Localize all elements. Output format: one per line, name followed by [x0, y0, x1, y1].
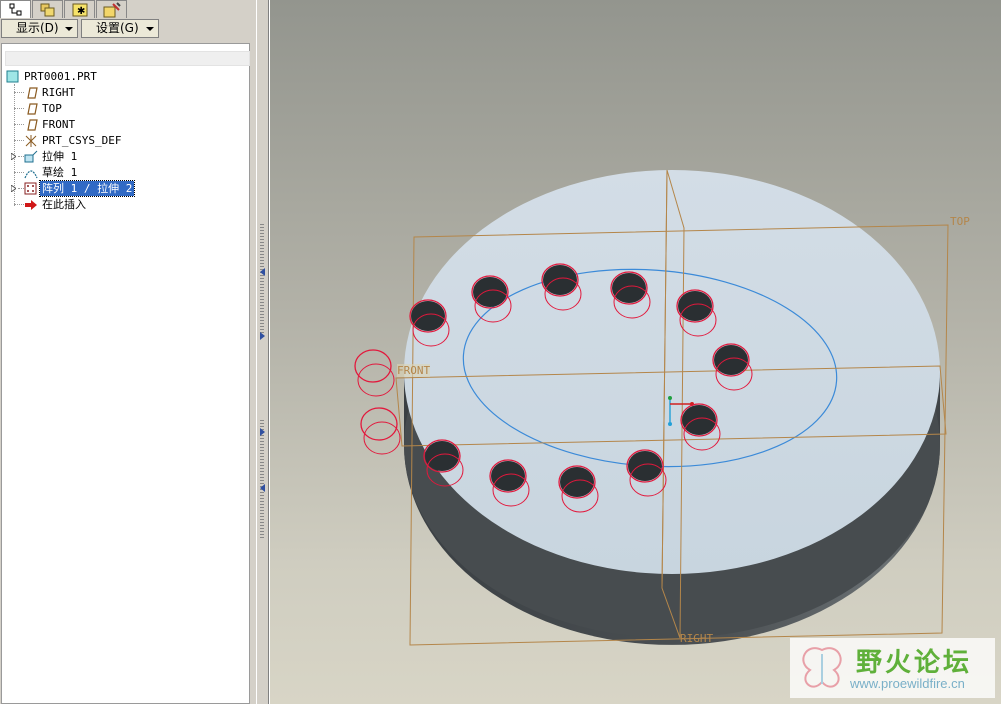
extrude-icon [24, 150, 38, 163]
insert-arrow-icon [25, 200, 37, 210]
expand-right-icon[interactable] [260, 332, 265, 340]
svg-text:✱: ✱ [77, 6, 85, 17]
tab-tools[interactable] [96, 0, 127, 18]
collapse-left-icon[interactable] [260, 484, 265, 492]
expand-right-icon[interactable] [260, 428, 265, 436]
tab-favorites[interactable]: ✱ [64, 0, 95, 18]
show-menu-button[interactable]: 显示(D) [1, 19, 78, 38]
graphics-viewport[interactable]: TOP FRONT RIGHT [270, 0, 1001, 704]
expand-arrow-icon[interactable] [11, 153, 16, 160]
tree-item-label: 阵列 1 / 拉伸 2 [38, 180, 136, 197]
settings-menu-label: 设置(G) [96, 21, 139, 35]
tree-item-label: 草绘 1 [42, 166, 78, 179]
panel-splitter[interactable] [256, 0, 269, 704]
datum-label-top: TOP [950, 215, 970, 228]
datum-plane-icon [27, 87, 38, 99]
chevron-down-icon [146, 27, 154, 31]
model-tree: PRT0001.PRT RIGHT TOP FRONT PRT_CSYS_DEF… [1, 43, 250, 704]
tree-item-label: PRT0001.PRT [24, 70, 97, 83]
tree-connector [14, 108, 24, 109]
watermark: 野火论坛 www.proewildfire.cn [790, 638, 995, 698]
sketch-icon [24, 170, 38, 179]
tree-connector [14, 172, 24, 173]
tree-item-label: PRT_CSYS_DEF [42, 134, 122, 147]
tree-item-label: TOP [42, 102, 62, 115]
tab-layers[interactable] [32, 0, 63, 18]
csys-icon [25, 135, 37, 147]
datum-label-right: RIGHT [680, 632, 714, 645]
model-tree-icon [9, 3, 21, 15]
tree-menubar: 显示(D) 设置(G) [0, 19, 256, 41]
panel-tabs: ✱ [0, 0, 256, 18]
tree-filter-bar[interactable] [5, 51, 250, 66]
pattern-icon [24, 182, 37, 195]
watermark-url: www.proewildfire.cn [850, 676, 965, 691]
tree-connector [14, 92, 24, 93]
part-icon [6, 70, 19, 83]
settings-menu-button[interactable]: 设置(G) [81, 19, 159, 38]
datum-plane-icon [27, 103, 38, 115]
chevron-down-icon [65, 27, 73, 31]
watermark-logo-icon [802, 647, 842, 688]
splitter-grip[interactable] [260, 224, 264, 334]
datum-plane-icon [27, 119, 38, 131]
model-view [354, 169, 949, 646]
tree-connector [14, 204, 24, 205]
collapse-left-icon[interactable] [260, 268, 265, 276]
tree-item-label: 在此插入 [42, 198, 86, 211]
watermark-title: 野火论坛 [856, 648, 973, 678]
tree-connector [14, 124, 24, 125]
tree-item-label: RIGHT [42, 86, 76, 99]
tools-icon [103, 1, 121, 17]
tree-connector [14, 140, 24, 141]
favorites-icon: ✱ [72, 3, 87, 17]
model-tree-panel: ✱ 显示(D) 设置(G) PRT0001.PRT RIGHT TOP FRON… [0, 0, 256, 704]
datum-label-front: FRONT [397, 364, 431, 377]
tree-item-label: 拉伸 1 [42, 150, 78, 163]
tab-model-tree[interactable] [0, 0, 31, 18]
tree-item-label: FRONT [42, 118, 76, 131]
splitter-grip[interactable] [260, 420, 264, 540]
show-menu-label: 显示(D) [16, 21, 59, 35]
layers-icon [40, 3, 54, 16]
expand-arrow-icon[interactable] [11, 185, 16, 192]
